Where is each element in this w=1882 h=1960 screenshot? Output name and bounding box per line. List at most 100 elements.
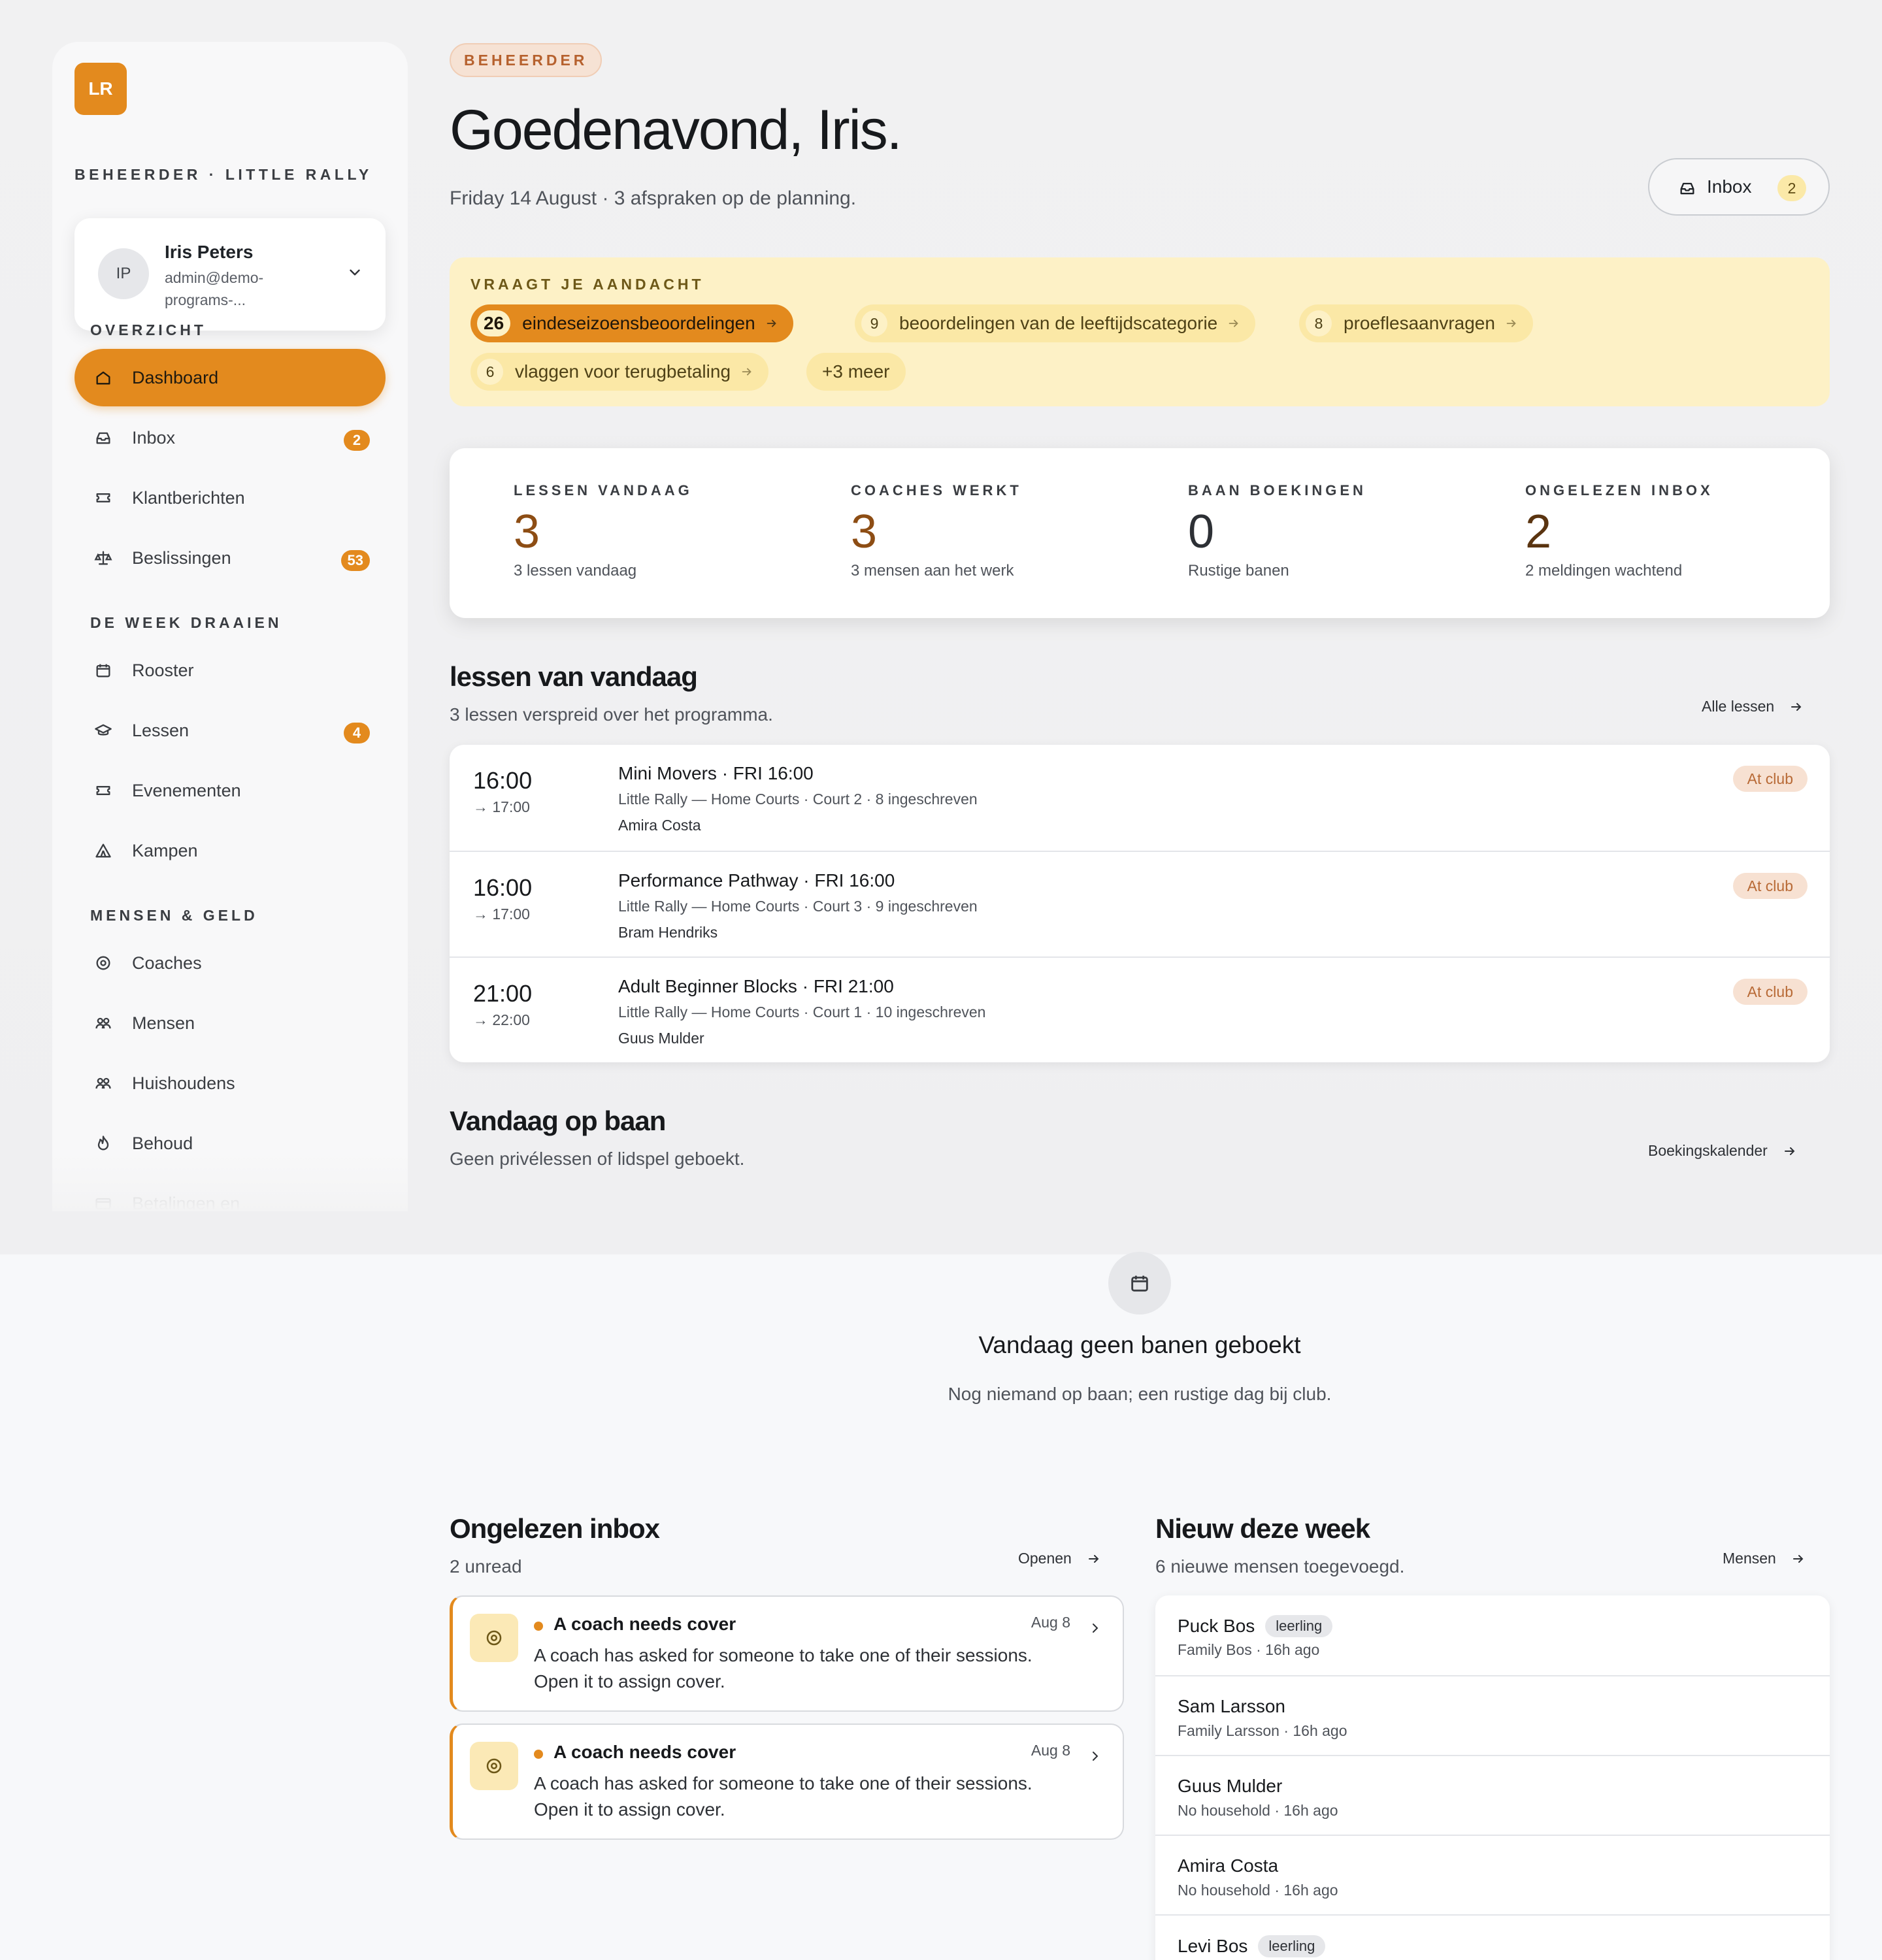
lesson-end: → 22:00 — [473, 1011, 530, 1028]
arrow-right-icon — [1088, 1554, 1099, 1563]
lesson-row[interactable]: 21:00 → 22:00 Adult Beginner Blocks · FR… — [450, 956, 1830, 1062]
lesson-row[interactable]: 16:00 → 17:00 Performance Pathway · FRI … — [450, 851, 1830, 956]
stat-value: 0 — [1188, 506, 1215, 558]
chip-count: 6 — [477, 359, 503, 385]
sidebar-item-label: Lessen — [132, 720, 190, 740]
person-row[interactable]: Amira Costa No household · 16h ago — [1155, 1835, 1830, 1914]
sidebar-item-dashboard[interactable]: Dashboard — [74, 349, 386, 406]
lesson-name: Mini Movers · FRI 16:00 — [618, 763, 814, 783]
ticket-icon — [96, 493, 110, 502]
inbox-count-badge: 2 — [344, 430, 370, 451]
attention-more-button[interactable]: +3 meer — [806, 353, 906, 391]
user-switcher[interactable]: IP Iris Peters admin@demo-programs-... — [74, 218, 386, 331]
lesson-end: → 17:00 — [473, 906, 530, 923]
empty-state-icon — [1108, 1252, 1171, 1315]
attention-chip-trial-requests[interactable]: 8 proeflesaanvragen — [1299, 304, 1533, 342]
inbox-count-badge: 2 — [1777, 175, 1806, 201]
sidebar-item-beslissingen[interactable]: Beslissingen 53 — [74, 529, 386, 587]
inbox-message-card[interactable]: A coach needs cover Aug 8 A coach has as… — [450, 1595, 1124, 1712]
sidebar-item-betalingen[interactable]: Betalingen en — [74, 1175, 386, 1211]
person-row[interactable]: Puck Bos leerling Family Bos · 16h ago — [1155, 1595, 1830, 1675]
lesson-meta: Little Rally — Home Courts · Court 2 · 8… — [618, 791, 978, 808]
sidebar-item-evenementen[interactable]: Evenementen — [74, 762, 386, 819]
arrow-right-icon — [767, 319, 776, 327]
person-name: Levi Bos leerling — [1178, 1935, 1326, 1957]
person-name: Sam Larsson — [1178, 1696, 1285, 1716]
arrow-right-icon — [1229, 319, 1239, 327]
sidebar-item-klantberichten[interactable]: Klantberichten — [74, 469, 386, 527]
stat-court-bookings: BAAN BOEKINGEN 0 Rustige banen — [1188, 482, 1366, 580]
lesson-coach: Guus Mulder — [618, 1030, 704, 1047]
brand-label: BEHEERDER · LITTLE RALLY — [74, 166, 372, 183]
person-row[interactable]: Sam Larsson Family Larsson · 16h ago — [1155, 1675, 1830, 1755]
sidebar-item-label: Klantberichten — [132, 487, 245, 508]
new-people-list: Puck Bos leerling Family Bos · 16h ago Sa… — [1155, 1595, 1830, 1960]
all-lessons-link[interactable]: Alle lessen — [1702, 698, 1804, 715]
chevron-right-icon — [1093, 1752, 1098, 1761]
lessons-list: 16:00 → 17:00 Mini Movers · FRI 16:00 Li… — [450, 745, 1830, 1062]
lesson-meta: Little Rally — Home Courts · Court 1 · 1… — [618, 1004, 986, 1021]
person-row[interactable]: Guus Mulder No household · 16h ago — [1155, 1755, 1830, 1835]
attention-chip-refund-flags[interactable]: 6 vlaggen voor terugbetaling — [470, 353, 769, 391]
page-title: Goedenavond, Iris. — [450, 99, 902, 161]
booking-calendar-link[interactable]: Boekingskalender — [1648, 1142, 1798, 1160]
sidebar-item-rooster[interactable]: Rooster — [74, 642, 386, 699]
role-badge: leerling — [1258, 1935, 1326, 1957]
inbox-icon — [96, 432, 110, 444]
stat-value: 3 — [514, 506, 540, 558]
message-title: A coach needs cover — [553, 1742, 736, 1762]
message-date: Aug 8 — [1031, 1614, 1070, 1631]
chip-label: proeflesaanvragen — [1344, 313, 1495, 333]
location-badge: At club — [1732, 766, 1808, 792]
stat-lessons-today: LESSEN VANDAAG 3 3 lessen vandaag — [514, 482, 693, 580]
lesson-end: → 17:00 — [473, 798, 530, 815]
lesson-row[interactable]: 16:00 → 17:00 Mini Movers · FRI 16:00 Li… — [450, 745, 1830, 851]
lesson-coach: Bram Hendriks — [618, 924, 718, 941]
sidebar-item-kampen[interactable]: Kampen — [74, 822, 386, 879]
user-email: admin@demo-programs-... — [165, 269, 264, 308]
attention-chip-age-reviews[interactable]: 9 beoordelingen van de leeftijdscategori… — [855, 304, 1256, 342]
inbox-message-card[interactable]: A coach needs cover Aug 8 A coach has as… — [450, 1723, 1124, 1840]
location-badge: At club — [1732, 873, 1808, 899]
attention-chip-season-reviews[interactable]: 26 eindeseizoensbeoordelingen — [470, 304, 793, 342]
sidebar-item-label: Rooster — [132, 660, 194, 680]
person-row[interactable]: Levi Bos leerling — [1155, 1914, 1830, 1960]
sidebar-item-lessen[interactable]: Lessen 4 — [74, 702, 386, 759]
unread-title: Ongelezen inbox — [450, 1513, 660, 1544]
open-inbox-link[interactable]: Openen — [1018, 1550, 1102, 1567]
arrow-right-icon — [1506, 319, 1516, 327]
chip-count: 8 — [1306, 310, 1332, 336]
home-icon — [96, 371, 110, 385]
inbox-icon — [1680, 182, 1694, 195]
sidebar-item-inbox[interactable]: Inbox 2 — [74, 409, 386, 466]
sidebar-item-label: Evenementen — [132, 780, 241, 800]
people-link[interactable]: Mensen — [1723, 1550, 1806, 1567]
message-type-icon — [470, 1742, 518, 1790]
sidebar-item-huishoudens[interactable]: Huishoudens — [74, 1054, 386, 1112]
location-badge: At club — [1732, 979, 1808, 1005]
unread-dot — [534, 1750, 543, 1759]
inbox-button[interactable]: Inbox 2 — [1648, 158, 1830, 216]
decisions-count-badge: 53 — [340, 550, 370, 571]
lesson-start: 16:00 — [473, 767, 533, 794]
app-logo[interactable]: LR — [74, 63, 127, 115]
message-body: A coach has asked for someone to take on… — [534, 1645, 1032, 1691]
link-label: Openen — [1018, 1550, 1072, 1567]
person-name: Guus Mulder — [1178, 1776, 1283, 1796]
nav-section-overzicht: OVERZICHT — [90, 321, 206, 338]
calendar-icon — [96, 664, 110, 678]
person-name: Puck Bos leerling — [1178, 1615, 1333, 1637]
person-meta: No household · 16h ago — [1178, 1802, 1338, 1819]
arrow-right-icon — [1784, 1147, 1795, 1155]
sidebar-item-label: Huishoudens — [132, 1073, 235, 1093]
arrow-right-icon — [742, 368, 751, 376]
chip-label: eindeseizoensbeoordelingen — [522, 313, 755, 333]
sidebar-item-coaches[interactable]: Coaches — [74, 934, 386, 992]
sidebar-item-mensen[interactable]: Mensen — [74, 994, 386, 1052]
nav-section-mensen-geld: MENSEN & GELD — [90, 907, 258, 924]
sidebar-item-behoud[interactable]: Behoud — [74, 1115, 386, 1172]
scale-icon — [94, 551, 112, 565]
user-name: Iris Peters — [165, 242, 254, 262]
target-icon — [96, 956, 110, 970]
ticket-icon — [96, 786, 110, 795]
